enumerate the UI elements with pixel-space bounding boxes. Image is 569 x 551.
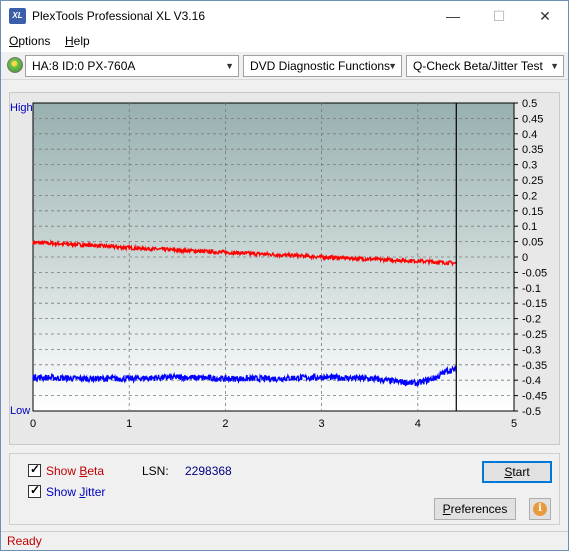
show-jitter-rest: itter: [85, 485, 106, 499]
close-icon: ✕: [539, 8, 551, 24]
y-tick-label: 0: [522, 252, 528, 264]
info-icon: i: [533, 502, 547, 516]
y-tick-label: -0.2: [522, 314, 541, 326]
y-tick-label: -0.45: [522, 391, 547, 403]
show-beta-prefix: Show: [46, 464, 80, 478]
y-tick-label: 0.1: [522, 221, 537, 233]
start-label: tart: [512, 465, 530, 479]
y-tick-label: 0.25: [522, 175, 543, 187]
preferences-label: references: [450, 502, 508, 516]
y-tick-label: 0.15: [522, 206, 543, 218]
y-tick-label: 0.35: [522, 144, 543, 156]
axis-low-label: Low: [10, 405, 30, 417]
checkmark-icon: ✓: [30, 483, 41, 497]
plextools-logo-icon: XL: [9, 8, 26, 24]
window-title: PlexTools Professional XL V3.16: [32, 9, 205, 23]
menu-bar: Options Help: [1, 31, 568, 52]
minimize-icon: —: [446, 8, 460, 24]
toolbar: HA:8 ID:0 PX-760A ▼ DVD Diagnostic Funct…: [1, 52, 568, 80]
y-tick-label: 0.05: [522, 237, 543, 249]
plextools-window: XL PlexTools Professional XL V3.16 — ☐ ✕…: [0, 0, 569, 551]
drive-select-value: HA:8 ID:0 PX-760A: [32, 59, 136, 73]
lsn-label: LSN:: [142, 464, 169, 478]
status-text: Ready: [7, 534, 42, 548]
y-tick-label: 0.45: [522, 113, 543, 125]
chevron-down-icon: ▼: [550, 61, 559, 71]
y-tick-label: -0.25: [522, 329, 547, 341]
y-tick-label: -0.35: [522, 360, 547, 372]
chevron-down-icon: ▼: [388, 61, 397, 71]
show-beta-checkbox[interactable]: ✓: [28, 462, 41, 477]
function-select[interactable]: DVD Diagnostic Functions ▼: [243, 55, 402, 77]
minimize-button[interactable]: —: [430, 1, 476, 31]
y-tick-label: 0.5: [522, 98, 537, 110]
show-beta-rest: eta: [87, 464, 105, 478]
maximize-icon: ☐: [492, 8, 506, 24]
menu-help[interactable]: Help: [65, 34, 90, 48]
function-select-value: DVD Diagnostic Functions: [250, 59, 391, 73]
show-jitter-label[interactable]: Show Jitter: [46, 485, 105, 499]
x-tick-label: 1: [126, 418, 132, 430]
chart-panel: 0 1 2 3 4 5 0.5 0.45 0.4 0.35 0.3 0.25 0.2 0.15 0.1 0.0…: [9, 92, 560, 445]
status-bar: Ready: [1, 531, 568, 550]
y-tick-label: 0.2: [522, 190, 537, 202]
y-tick-label: 0.3: [522, 160, 537, 172]
x-tick-label: 2: [222, 418, 228, 430]
show-jitter-checkbox[interactable]: ✓: [28, 483, 41, 498]
controls-panel: ✓ Show Beta ✓ Show Jitter LSN: 2298368 S…: [9, 453, 560, 525]
menu-options-label: ptions: [18, 34, 51, 48]
maximize-button[interactable]: ☐: [476, 1, 522, 31]
y-tick-label: -0.3: [522, 344, 541, 356]
title-bar[interactable]: XL PlexTools Professional XL V3.16 — ☐ ✕: [1, 1, 568, 31]
axis-high-label: High: [10, 102, 33, 114]
show-beta-label[interactable]: Show Beta: [46, 464, 104, 478]
test-select-value: Q-Check Beta/Jitter Test: [413, 59, 543, 73]
lsn-value: 2298368: [185, 464, 232, 478]
show-jitter-prefix: Show: [46, 485, 80, 499]
x-tick-label: 3: [319, 418, 325, 430]
menu-help-label: elp: [73, 34, 90, 48]
x-tick-label: 0: [30, 418, 36, 430]
y-tick-label: -0.15: [522, 298, 547, 310]
start-button[interactable]: Start: [482, 461, 552, 483]
menu-options[interactable]: Options: [9, 34, 50, 48]
y-tick-label: -0.05: [522, 267, 547, 279]
y-tick-label: -0.5: [522, 406, 541, 418]
x-tick-label: 4: [415, 418, 421, 430]
beta-jitter-chart: 0 1 2 3 4 5 0.5 0.45 0.4 0.35 0.3 0.25 0.2 0.15 0.1 0.0…: [10, 98, 547, 430]
y-tick-label: -0.4: [522, 375, 541, 387]
y-tick-label: -0.1: [522, 283, 541, 295]
close-button[interactable]: ✕: [522, 1, 568, 31]
preferences-button[interactable]: Preferences: [434, 498, 516, 520]
test-select[interactable]: Q-Check Beta/Jitter Test ▼: [406, 55, 564, 77]
chevron-down-icon: ▼: [225, 61, 234, 71]
info-button[interactable]: i: [529, 498, 551, 520]
y-tick-label: 0.4: [522, 129, 537, 141]
menu-options-accel: O: [9, 34, 19, 48]
checkmark-icon: ✓: [30, 462, 41, 476]
disc-drive-icon: [7, 57, 23, 73]
x-tick-label: 5: [511, 418, 517, 430]
menu-help-accel: H: [65, 34, 74, 48]
preferences-accel: P: [442, 502, 451, 516]
drive-select[interactable]: HA:8 ID:0 PX-760A ▼: [25, 55, 239, 77]
